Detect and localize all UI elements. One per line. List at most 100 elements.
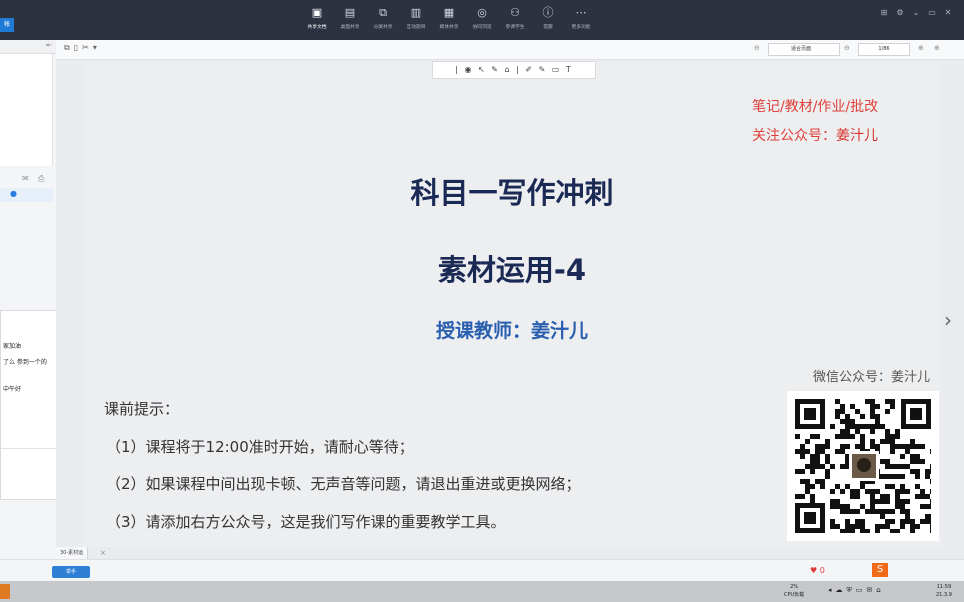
- chat-message: 了么 参到一个的: [3, 359, 47, 366]
- zoom-in-icon[interactable]: ⊕: [934, 44, 940, 52]
- window-controls: ⊞ ⚙ ⌄ ▭ ✕: [876, 0, 956, 17]
- media-icon: ▦: [443, 6, 455, 19]
- toolbar-interactive-button[interactable]: ▥ 互动题目: [399, 4, 433, 36]
- tip-line: （1）课程将于12:00准时开始，请耐心等待；: [106, 438, 414, 456]
- toolbar-label: 协同浏览: [472, 24, 492, 30]
- clock-date: 21.3.9: [936, 592, 952, 598]
- toolbar-label: 分屏共享: [373, 24, 393, 30]
- document-toolbar: ⧉▯✂▾ ⊖ 适合页面 ⊖ 1/86 ⊕ ⊕: [56, 40, 964, 60]
- slide-title: 科目一写作冲刺: [410, 176, 614, 210]
- page-input[interactable]: 1/86: [858, 43, 910, 56]
- toolbar-share-doc-button[interactable]: ▣ 共享文档: [300, 4, 334, 36]
- slide-subtitle: 素材运用-4: [437, 253, 587, 287]
- annotation-toolbar[interactable]: | ◉ ↖ ✎ ⌂ | ✐ ✎ ▭ T: [432, 61, 596, 79]
- toolbar-label: 互动题目: [406, 24, 426, 30]
- chart-icon: ▥: [410, 6, 422, 19]
- document-share-icon: ▣: [311, 6, 323, 19]
- minimize-icon[interactable]: ⌄: [908, 8, 924, 17]
- promo-name: 姜汁儿: [836, 128, 878, 144]
- bottom-bar: 举手 ♥ 0 S: [0, 559, 964, 581]
- toolbar-label: 提醒: [543, 24, 553, 30]
- screen-share-icon: ⧉: [379, 6, 387, 19]
- zoom-out-icon[interactable]: ⊖: [754, 44, 760, 52]
- toolbar-notice-button[interactable]: ⓘ 提醒: [531, 4, 565, 36]
- mic-icon: ●: [10, 189, 17, 198]
- taskbar-app-icon[interactable]: [0, 584, 10, 599]
- tip-line: （3）请添加右方公众号，这是我们写作课的重要教学工具。: [106, 513, 506, 531]
- qr-code: [787, 391, 939, 541]
- prev-page-icon[interactable]: ⊖: [844, 44, 850, 52]
- qr-code-graphic: [795, 399, 931, 533]
- chevron-down-icon[interactable]: ▾: [93, 43, 101, 52]
- fit-select[interactable]: 适合页面: [768, 43, 840, 56]
- next-slide-icon[interactable]: ›: [944, 308, 952, 332]
- chat-message: 中午好: [3, 386, 22, 393]
- layout-icon[interactable]: ⊞: [876, 8, 892, 17]
- os-taskbar: 2% CPU负载 ◂☁⛨▭✉⌂ 11:59 21.3.9: [0, 581, 964, 602]
- toolbar-screen-share-button[interactable]: ⧉ 分屏共享: [366, 4, 400, 36]
- chat-icon[interactable]: ✉: [866, 586, 876, 594]
- promo-line-2: 关注公众号：姜汁儿: [752, 122, 922, 151]
- message-icon[interactable]: ✉: [22, 174, 29, 183]
- toolbar-more-button[interactable]: ⋯ 更多功能: [564, 4, 598, 36]
- teacher-line: 授课教师：姜汁儿: [435, 320, 588, 342]
- tab-close-icon[interactable]: ×: [100, 547, 106, 559]
- restore-icon[interactable]: ▭: [924, 8, 940, 17]
- settings-icon[interactable]: ⚙: [892, 8, 908, 17]
- cpu-meter: 2% CPU负载: [784, 583, 804, 599]
- clock[interactable]: 11:59 21.3.9: [936, 583, 952, 599]
- member-list[interactable]: [0, 54, 53, 166]
- next-page-icon[interactable]: ⊕: [918, 44, 924, 52]
- scissors-icon[interactable]: ✂: [82, 43, 93, 52]
- file-icon[interactable]: ▯: [74, 43, 82, 52]
- shield-icon[interactable]: ⛨: [847, 586, 856, 594]
- cpu-label: CPU负载: [784, 592, 805, 598]
- canvas-margin-left: [56, 60, 83, 547]
- canvas-margin-right: [941, 60, 964, 547]
- desktop-share-icon: ▤: [344, 6, 356, 19]
- tip-line: （2）如果课程中间出现卡顿、无声音等问题，请退出重进或更换网络；: [106, 475, 581, 493]
- print-icon[interactable]: ⎙: [38, 174, 44, 184]
- users-icon: ⚇: [510, 6, 520, 19]
- promo-prefix: 关注公众号：: [752, 128, 836, 144]
- left-panel-header: ⇤: [0, 40, 56, 54]
- doc-tools: ⧉▯✂▾: [64, 43, 101, 53]
- top-toolbar: 帐 ▣ 共享文档 ▤ 桌面共享 ⧉ 分屏共享 ▥ 互动题目 ▦ 媒体共享 ◎ 协同浏览 ⚇ 参课学生 ⓘ 提醒…: [0, 0, 964, 40]
- tips-title: 课前提示：: [104, 400, 180, 418]
- network-icon[interactable]: ▭: [856, 586, 867, 594]
- collapse-icon[interactable]: ⇤: [46, 41, 52, 49]
- wechat-label: 微信公众号：姜汁儿: [812, 370, 930, 385]
- copy-icon[interactable]: ⧉: [64, 43, 74, 52]
- document-tabs: 30-素材运 ×: [56, 547, 964, 559]
- info-icon: ⓘ: [542, 6, 554, 19]
- selected-row[interactable]: ●: [0, 188, 53, 202]
- cloud-icon[interactable]: ☁: [836, 586, 847, 594]
- tab-file[interactable]: 30-素材运: [56, 547, 89, 559]
- more-icon: ⋯: [575, 6, 587, 19]
- tray-more-icon[interactable]: ⌂: [876, 586, 884, 594]
- toolbar-label: 更多功能: [571, 24, 591, 30]
- toolbar-media-share-button[interactable]: ▦ 媒体共享: [432, 4, 466, 36]
- close-icon[interactable]: ✕: [940, 8, 956, 17]
- toolbar-browser-button[interactable]: ◎ 协同浏览: [465, 4, 499, 36]
- volume-icon[interactable]: ◂: [828, 586, 836, 594]
- cpu-percent: 2%: [790, 584, 799, 590]
- promo-line-1: 笔记/教材/作业/批改: [752, 99, 879, 115]
- toolbar-label: 参课学生: [505, 24, 525, 30]
- app-badge[interactable]: 帐: [0, 18, 14, 32]
- promo-notes: 笔记/教材/作业/批改 关注公众号：姜汁儿: [752, 93, 922, 151]
- chat-message: 家加油: [3, 343, 22, 350]
- compass-icon: ◎: [477, 6, 487, 19]
- system-tray: ◂☁⛨▭✉⌂: [828, 586, 885, 595]
- clock-time: 11:59: [936, 584, 952, 590]
- raise-hand-button[interactable]: 举手: [52, 566, 90, 578]
- like-icon[interactable]: ♥ 0: [810, 566, 825, 575]
- toolbar-participants-button[interactable]: ⚇ 参课学生: [498, 4, 532, 36]
- like-count: 0: [819, 566, 825, 575]
- ime-icon[interactable]: S: [872, 563, 888, 577]
- toolbar-share-desktop-button[interactable]: ▤ 桌面共享: [333, 4, 367, 36]
- toolbar-label: 共享文档: [307, 24, 327, 30]
- toolbar-label: 媒体共享: [439, 24, 459, 30]
- app-window: 帐 ▣ 共享文档 ▤ 桌面共享 ⧉ 分屏共享 ▥ 互动题目 ▦ 媒体共享 ◎ 协同浏览 ⚇ 参课学生 ⓘ 提醒…: [0, 0, 964, 602]
- toolbar-label: 桌面共享: [340, 24, 360, 30]
